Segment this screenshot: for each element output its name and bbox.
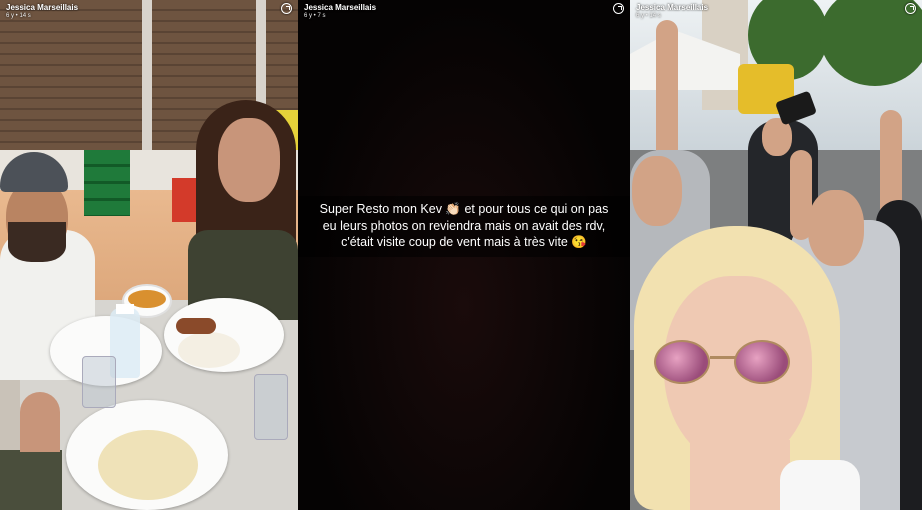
story-username: Jessica Marseillais xyxy=(6,3,79,12)
man-beard xyxy=(8,222,66,262)
timer-icon xyxy=(281,3,292,14)
story-header: Jessica Marseillais 6 y • 14 s xyxy=(6,3,292,19)
person-face xyxy=(632,156,682,226)
food-rice xyxy=(178,332,240,368)
story-username: Jessica Marseillais xyxy=(304,3,377,12)
sunglasses-bridge xyxy=(710,356,736,359)
raised-arm xyxy=(790,150,812,240)
caption-bar: Super Resto mon Kev 👏🏻 et pour tous ce q… xyxy=(298,196,630,257)
sunglasses-lens xyxy=(734,340,790,384)
story-panel-2[interactable]: Jessica Marseillais 6 y • 7 s Super Rest… xyxy=(298,0,630,510)
glass xyxy=(254,374,288,440)
timer-icon xyxy=(905,3,916,14)
story-header: Jessica Marseillais 6 y • 7 s xyxy=(304,3,624,19)
sleeve xyxy=(0,450,62,510)
story-header: Jessica Marseillais 6 y • 14 s xyxy=(636,3,916,19)
story-timestamp: 6 y • 14 s xyxy=(636,13,661,19)
story-username: Jessica Marseillais xyxy=(636,3,709,12)
timer-icon xyxy=(613,3,624,14)
fence-post xyxy=(142,0,152,175)
person-face xyxy=(808,190,864,266)
glass xyxy=(82,356,116,408)
hand xyxy=(20,392,60,452)
food-meat xyxy=(176,318,216,334)
story-timestamp: 6 y • 7 s xyxy=(304,13,326,19)
neck xyxy=(690,440,790,510)
story-timestamp: 6 y • 14 s xyxy=(6,13,31,19)
sunglasses-lens xyxy=(654,340,710,384)
story-caption: Super Resto mon Kev 👏🏻 et pour tous ce q… xyxy=(319,202,609,249)
woman-face xyxy=(218,118,280,202)
crates xyxy=(84,150,130,216)
story-panel-3[interactable]: Jessica Marseillais 6 y • 14 s xyxy=(630,0,922,510)
food-pasta xyxy=(98,430,198,500)
bottle-cap xyxy=(116,304,134,314)
story-panel-1[interactable]: Jessica Marseillais 6 y • 14 s xyxy=(0,0,298,510)
white-top xyxy=(780,460,860,510)
